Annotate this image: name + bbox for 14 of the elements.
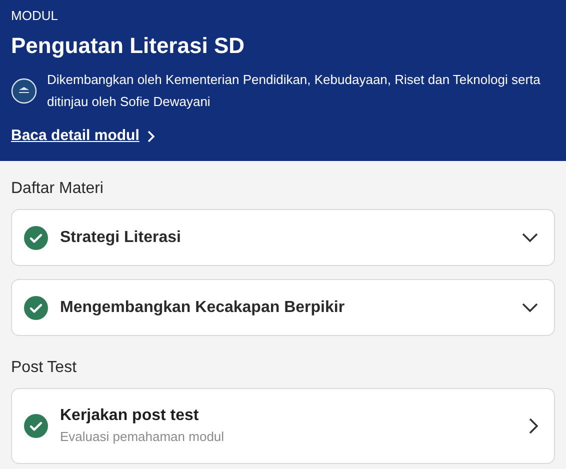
post-test-title: Kerjakan post test — [60, 406, 200, 426]
material-item[interactable]: Mengembangkan Kecakapan Berpikir — [11, 279, 555, 336]
section-heading: Post Test — [11, 358, 78, 378]
chevron-right-icon — [529, 418, 538, 434]
material-item[interactable]: Strategi Literasi — [11, 209, 555, 266]
module-description: Dikembangkan oleh Kementerian Pendidikan, Kebudayaan, Riset dan Teknologi serta ditinjau oleh Sofie Dewayani — [47, 71, 542, 111]
chevron-right-icon — [147, 130, 156, 143]
module-label: MODUL — [11, 8, 59, 24]
module-title: Penguatan Literasi SD — [11, 32, 246, 60]
post-test-item[interactable]: Kerjakan post test Evaluasi pemahaman modul — [11, 388, 555, 464]
ministry-logo-icon — [11, 78, 37, 104]
post-test-subtitle: Evaluasi pemahaman modul — [60, 428, 226, 446]
section-heading: Daftar Materi — [11, 179, 104, 199]
module-detail-link[interactable]: Baca detail modul — [11, 125, 156, 148]
